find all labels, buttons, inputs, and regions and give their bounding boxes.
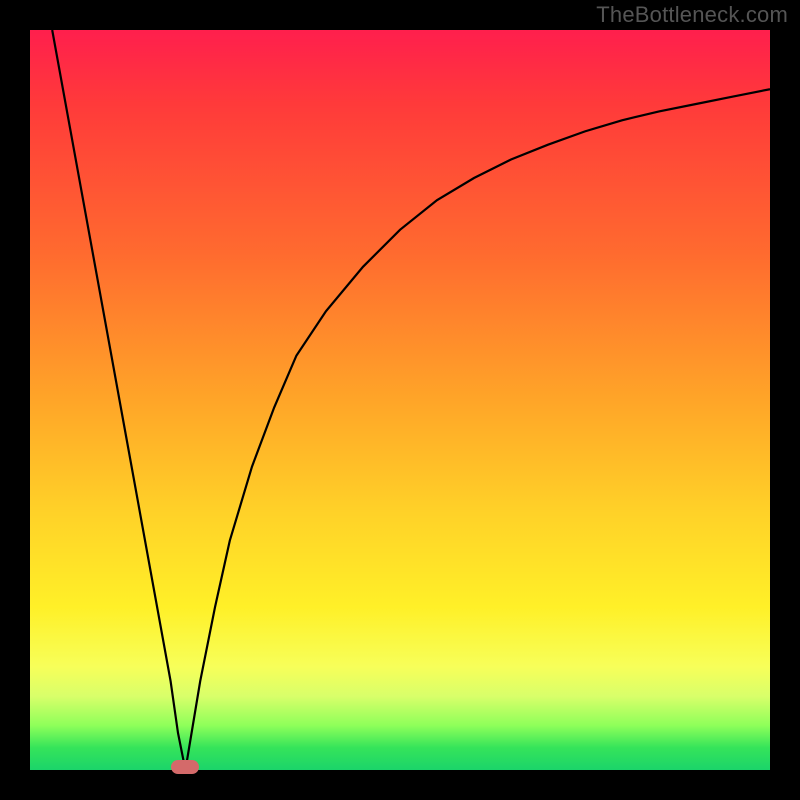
bottleneck-curve <box>30 30 770 770</box>
curve-left-branch <box>52 30 185 770</box>
watermark-text: TheBottleneck.com <box>596 2 788 28</box>
curve-right-branch <box>185 89 770 770</box>
chart-frame: TheBottleneck.com <box>0 0 800 800</box>
notch-marker <box>171 760 199 774</box>
plot-area <box>30 30 770 770</box>
